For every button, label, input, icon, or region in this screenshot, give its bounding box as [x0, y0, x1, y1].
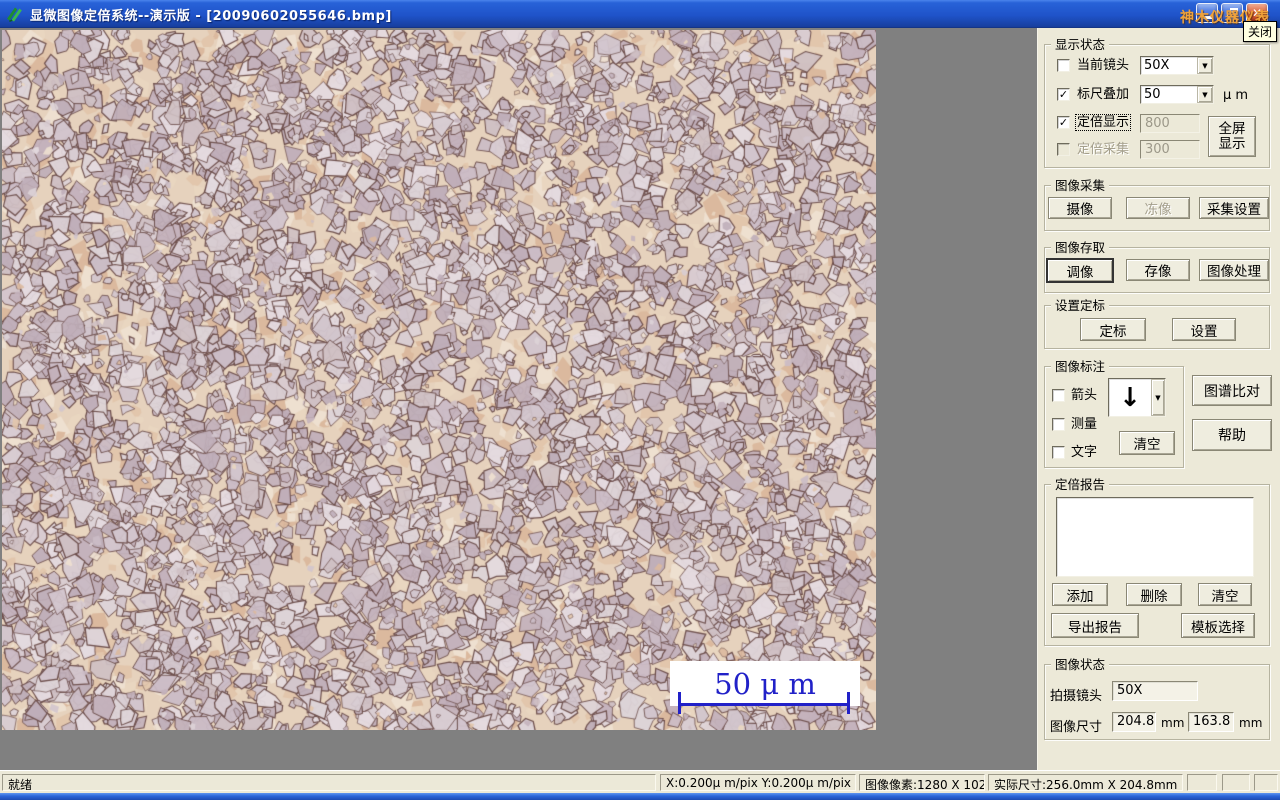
label-measure: 测量	[1071, 417, 1098, 432]
status-empty-panel	[1187, 774, 1217, 791]
atlas-compare-button[interactable]: 图谱比对	[1192, 375, 1272, 406]
group-calibration: 设置 定标	[1044, 297, 1270, 349]
scale-bar: 50 μ m	[670, 661, 860, 706]
group-title: 设置定标	[1051, 297, 1110, 314]
scale-bar-tick-left	[678, 692, 681, 714]
chevron-down-icon[interactable]: ▼	[1197, 86, 1213, 103]
chevron-down-icon[interactable]: ▼	[1197, 57, 1213, 74]
application-window: 显微图像定倍系统--演示版 - [20090602055646.bmp] ✕ 神…	[0, 0, 1280, 800]
label-lens: 拍摄镜头	[1050, 689, 1103, 704]
close-icon: ✕	[1251, 6, 1263, 20]
status-bar: 就绪 X:0.200μ m/pix Y:0.200μ m/pix 图像像素:12…	[0, 770, 1280, 793]
fullscreen-line1: 全屏	[1218, 120, 1246, 137]
scale-bar-line	[679, 703, 850, 706]
scale-bar-tick-right	[847, 692, 850, 714]
help-button[interactable]: 帮助	[1192, 419, 1272, 451]
label-fixed-display: 定倍显示	[1074, 114, 1132, 131]
group-title: 图像状态	[1051, 656, 1110, 673]
report-clear-button[interactable]: 清空	[1198, 583, 1252, 606]
checkbox-ruler-overlay[interactable]: ✓	[1057, 88, 1070, 101]
image-process-button[interactable]: 图像处理	[1199, 259, 1269, 281]
report-delete-button[interactable]: 删除	[1126, 583, 1182, 606]
title-bar[interactable]: 显微图像定倍系统--演示版 - [20090602055646.bmp]	[0, 0, 1280, 28]
report-add-button[interactable]: 添加	[1052, 583, 1108, 606]
combo-current-lens-value: 50X	[1144, 58, 1170, 73]
window-title: 显微图像定倍系统--演示版 - [20090602055646.bmp]	[30, 8, 392, 24]
arrow-style-combo[interactable]: ↓ ▼	[1108, 378, 1166, 417]
calibration-setup-button[interactable]: 设置	[1172, 318, 1236, 341]
checkbox-current-lens[interactable]	[1057, 59, 1070, 72]
restore-icon	[1226, 8, 1238, 18]
minimize-button[interactable]	[1196, 3, 1218, 23]
image-height-field: 163.8	[1188, 712, 1234, 732]
height-unit-label: mm	[1239, 716, 1263, 730]
checkbox-measure[interactable]	[1052, 418, 1065, 431]
app-icon	[6, 5, 24, 23]
minimize-icon	[1202, 16, 1212, 19]
combo-ruler-value-text: 50	[1144, 87, 1161, 102]
label-ruler-overlay: 标尺叠加	[1077, 87, 1130, 102]
close-tooltip: 关闭	[1243, 21, 1278, 42]
capture-button[interactable]: 摄像	[1048, 197, 1112, 219]
window-bottom-border	[0, 793, 1280, 800]
group-title: 定倍报告	[1051, 476, 1110, 493]
scale-bar-label: 50 μ m	[714, 666, 816, 701]
save-image-button[interactable]: 存像	[1126, 259, 1190, 281]
acquisition-settings-button[interactable]: 采集设置	[1199, 197, 1269, 219]
fullscreen-line2: 显示	[1218, 135, 1246, 152]
calibrate-button[interactable]: 定标	[1080, 318, 1146, 341]
group-title: 图像标注	[1051, 358, 1110, 375]
status-pixel-scale: X:0.200μ m/pix Y:0.200μ m/pix	[660, 774, 856, 791]
checkbox-fixed-display[interactable]: ✓	[1057, 116, 1070, 129]
lens-value-field: 50X	[1112, 681, 1198, 701]
label-current-lens: 当前镜头	[1077, 58, 1130, 73]
status-image-pixels: 图像像素:1280 X 1024	[859, 774, 985, 791]
status-empty-panel	[1254, 774, 1278, 791]
checkbox-text[interactable]	[1052, 446, 1065, 459]
status-ready: 就绪	[2, 774, 656, 791]
label-text: 文字	[1071, 445, 1098, 460]
combo-current-lens[interactable]: 50X ▼	[1140, 56, 1214, 75]
label-image-size: 图像尺寸	[1050, 720, 1103, 735]
checkbox-fixed-capture	[1057, 143, 1070, 156]
chevron-down-icon[interactable]: ▼	[1151, 379, 1165, 416]
freeze-button: 冻像	[1126, 197, 1190, 219]
input-fixed-display: 800	[1140, 114, 1200, 133]
ruler-unit-label: μ m	[1223, 88, 1249, 103]
load-image-button[interactable]: 调像	[1046, 258, 1114, 283]
restore-button[interactable]	[1221, 3, 1243, 23]
status-actual-size: 实际尺寸:256.0mm X 204.8mm	[988, 774, 1183, 791]
combo-ruler-value[interactable]: 50 ▼	[1140, 85, 1214, 104]
checkbox-arrow[interactable]	[1052, 389, 1065, 402]
group-title: 图像采集	[1051, 177, 1110, 194]
image-width-field: 204.8	[1112, 712, 1156, 732]
report-list[interactable]	[1056, 497, 1254, 577]
group-title: 图像存取	[1051, 239, 1110, 256]
width-unit-label: mm	[1161, 716, 1185, 730]
template-select-button[interactable]: 模板选择	[1181, 613, 1255, 638]
down-arrow-icon: ↓	[1119, 382, 1141, 413]
export-report-button[interactable]: 导出报告	[1051, 613, 1139, 638]
status-empty-panel	[1222, 774, 1250, 791]
label-fixed-capture: 定倍采集	[1077, 142, 1130, 157]
group-title: 显示状态	[1051, 36, 1110, 53]
label-arrow: 箭头	[1071, 388, 1098, 403]
fullscreen-button[interactable]: 全屏 显示	[1208, 116, 1256, 157]
close-button[interactable]: ✕	[1246, 3, 1268, 23]
annotation-clear-button[interactable]: 清空	[1119, 431, 1175, 455]
input-fixed-capture: 300	[1140, 140, 1200, 159]
micrograph-image[interactable]	[2, 30, 876, 730]
